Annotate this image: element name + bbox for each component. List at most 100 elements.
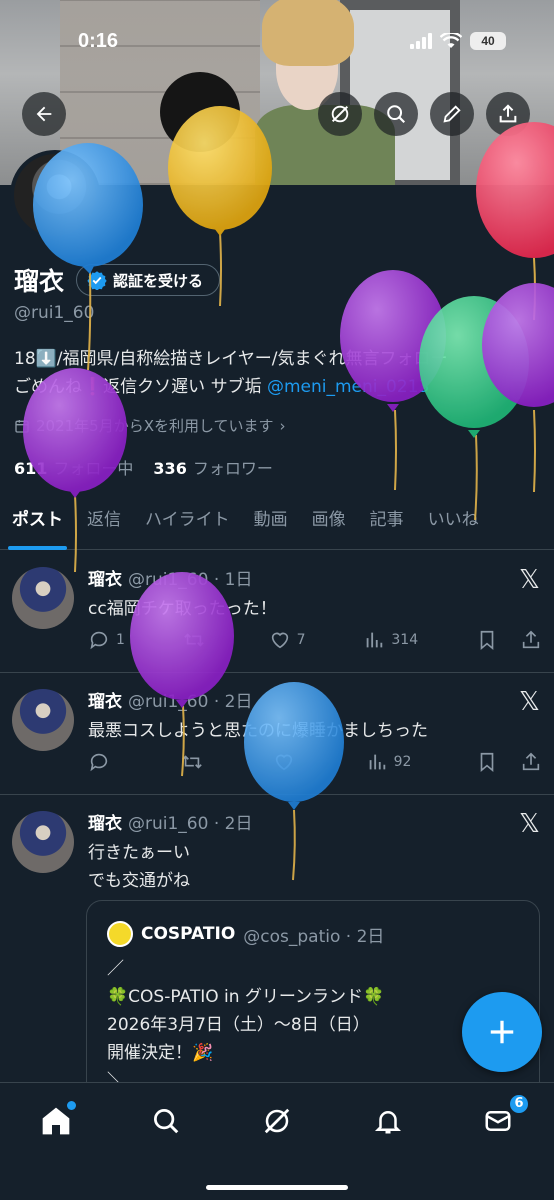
profile-tabs: ポスト 返信 ハイライト 動画 画像 記事 いいね <box>0 500 554 550</box>
post-text-line-2: でも交通がね <box>88 871 190 891</box>
home-icon <box>42 1107 70 1135</box>
profile-banner[interactable] <box>0 0 554 185</box>
quoted-post-header: COSPATIO @cos_patio · 2日 <box>107 921 384 947</box>
post-avatar[interactable] <box>12 811 74 873</box>
tab-photos[interactable]: 画像 <box>300 500 358 550</box>
post-meta: @rui1_60 · 2日 <box>128 692 253 712</box>
profile-avatar[interactable] <box>10 150 100 240</box>
profile-name: 瑠衣 <box>14 267 65 296</box>
followers-count: 336 <box>153 459 187 478</box>
following-count: 611 <box>14 459 48 478</box>
calendar-icon <box>15 419 29 433</box>
plus-icon <box>490 1020 514 1044</box>
profile-handle: @rui1_60 <box>14 303 95 323</box>
post-text: cc福岡チケ取ったった！ <box>88 599 277 619</box>
get-verified-button[interactable]: 認証を受ける <box>76 264 221 296</box>
tab-replies[interactable]: 返信 <box>75 500 133 550</box>
signal-icon <box>410 33 432 49</box>
reply-icon <box>90 631 108 650</box>
repost-button[interactable] <box>183 629 211 651</box>
post-item[interactable]: 瑠衣 @rui1_60 · 2日 𝕏 最悪コスしようと思たのに爆睡かましちった … <box>0 673 554 795</box>
followers-link[interactable]: 336 フォロワー <box>153 455 272 479</box>
pencil-icon <box>443 105 461 123</box>
tab-likes[interactable]: いいね <box>416 500 491 550</box>
x-logo-icon[interactable]: 𝕏 <box>519 809 540 839</box>
bottom-navigation: 6 <box>0 1082 554 1200</box>
tab-videos[interactable]: 動画 <box>242 500 300 550</box>
x-logo-icon[interactable]: 𝕏 <box>519 687 540 717</box>
repost-icon <box>184 633 204 647</box>
views-button[interactable]: 92 <box>366 751 412 773</box>
tab-articles[interactable]: 記事 <box>358 500 416 550</box>
repost-button[interactable] <box>181 751 209 773</box>
messages-badge: 6 <box>508 1093 530 1115</box>
like-button[interactable] <box>273 751 301 773</box>
post-meta: @rui1_60 · 1日 <box>128 570 253 590</box>
search-icon <box>387 105 406 124</box>
tab-posts[interactable]: ポスト <box>0 500 75 550</box>
nav-home[interactable] <box>36 1101 76 1141</box>
nav-messages[interactable]: 6 <box>478 1093 530 1141</box>
post-avatar[interactable] <box>12 689 74 751</box>
grok-icon <box>331 105 349 123</box>
nav-notifications[interactable] <box>368 1101 408 1141</box>
quoted-post[interactable]: COSPATIO @cos_patio · 2日 ／ 🍀COS-PATIO in… <box>86 900 540 1100</box>
post-item[interactable]: 瑠衣 @rui1_60 · 1日 𝕏 cc福岡チケ取ったった！ 1 7 314 <box>0 551 554 673</box>
joined-label: 2021年5月からXを利用しています <box>36 417 274 435</box>
post-actions: 1 7 314 <box>88 629 542 651</box>
profile-bio: 18⬇️/福岡県/自称絵描きレイヤー/気まぐれ無言フォロー ごめんね❗️返信クソ… <box>14 345 544 401</box>
views-button[interactable]: 314 <box>363 629 418 651</box>
post-header: 瑠衣 @rui1_60 · 2日 <box>88 687 252 712</box>
system-status-icons: 40 <box>410 32 506 50</box>
cospatio-avatar <box>107 921 133 947</box>
tab-highlights[interactable]: ハイライト <box>133 500 242 550</box>
post-text: 行きたぁーい でも交通がね <box>88 839 190 895</box>
balloon-green <box>419 296 529 521</box>
grok-button[interactable] <box>318 92 362 136</box>
views-count: 314 <box>391 632 419 648</box>
compose-post-button[interactable] <box>462 992 542 1072</box>
follow-stats: 611 フォロー中 336 フォロワー <box>14 455 273 479</box>
quoted-post-meta: @cos_patio · 2日 <box>243 926 385 947</box>
post-author-name: 瑠衣 <box>88 570 122 590</box>
edit-button[interactable] <box>430 92 474 136</box>
post-author-name: 瑠衣 <box>88 692 122 712</box>
status-time: 0:16 <box>78 30 119 52</box>
views-count: 92 <box>393 754 412 770</box>
nav-grok[interactable] <box>257 1101 297 1141</box>
nav-explore[interactable] <box>146 1101 186 1141</box>
post-avatar[interactable] <box>12 567 74 629</box>
back-arrow-icon <box>36 106 52 122</box>
share-button[interactable] <box>486 92 530 136</box>
back-button[interactable] <box>22 92 66 136</box>
banner-person-hair <box>262 0 354 66</box>
bio-mention-link[interactable]: @meni_meni_0213 <box>267 377 429 397</box>
reply-button[interactable] <box>88 751 116 773</box>
x-logo-icon[interactable]: 𝕏 <box>519 565 540 595</box>
post-header: 瑠衣 @rui1_60 · 2日 <box>88 809 252 834</box>
bio-line-1: 18⬇️/福岡県/自称絵描きレイヤー/気まぐれ無言フォロー <box>14 349 448 369</box>
bookmark-icon[interactable] <box>476 629 498 651</box>
reply-count: 1 <box>116 632 125 648</box>
reply-button[interactable]: 1 <box>88 629 125 651</box>
like-icon <box>275 754 293 771</box>
post-author-name: 瑠衣 <box>88 814 122 834</box>
like-button[interactable]: 7 <box>269 629 306 651</box>
joined-date[interactable]: 2021年5月からXを利用しています › <box>14 415 286 436</box>
banner-person2-hair <box>160 72 240 152</box>
bio-line-2-text: ごめんね❗️返信クソ遅い サブ垢 <box>14 377 262 397</box>
like-icon <box>271 632 288 649</box>
share-icon <box>499 104 517 123</box>
followers-label: フォロワー <box>192 459 273 478</box>
search-button[interactable] <box>374 92 418 136</box>
share-icon[interactable] <box>520 751 542 773</box>
verified-badge-icon <box>87 271 107 290</box>
post-header: 瑠衣 @rui1_60 · 1日 <box>88 565 252 590</box>
home-notification-dot <box>67 1101 76 1110</box>
battery-indicator: 40 <box>470 32 506 50</box>
share-icon[interactable] <box>520 629 542 651</box>
post-text: 最悪コスしようと思たのに爆睡かましちった <box>88 721 428 741</box>
grok-icon <box>264 1108 290 1134</box>
following-link[interactable]: 611 フォロー中 <box>14 455 133 479</box>
bookmark-icon[interactable] <box>476 751 498 773</box>
